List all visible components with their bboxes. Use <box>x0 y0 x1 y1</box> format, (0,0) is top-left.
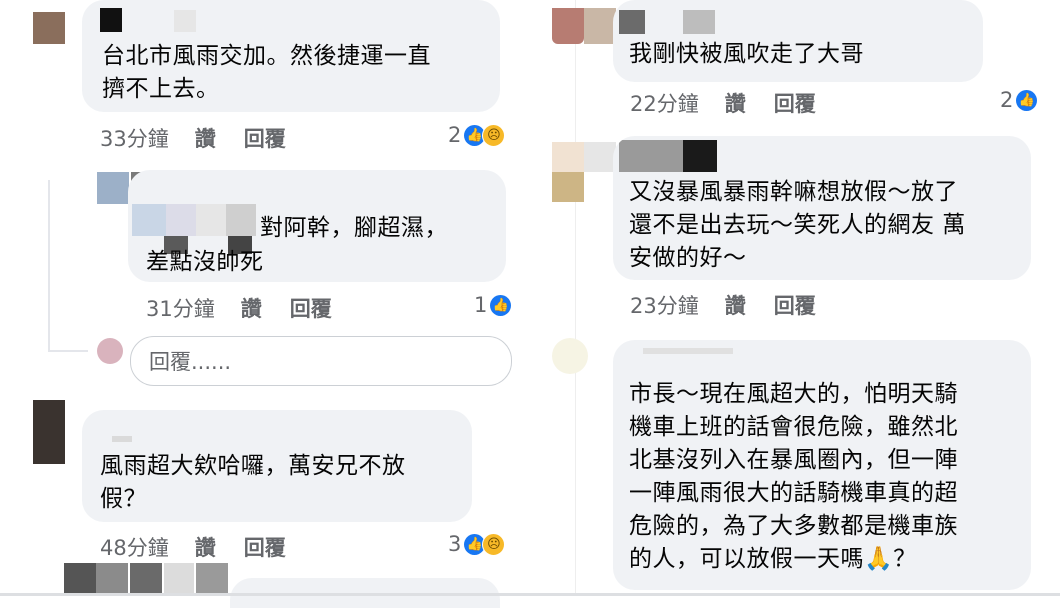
comment-bubble: 我剛快被風吹走了大哥 <box>613 0 983 82</box>
left-comment-column: 台北市風雨交加。然後捷運一直 擠不上去。 33分鐘讚回覆 2 👍 ☹ 對阿幹，腳… <box>0 0 540 608</box>
reaction-count: 2 <box>448 123 462 147</box>
comment-meta: 23分鐘讚回覆 <box>630 290 816 320</box>
blurred-username <box>683 10 715 34</box>
reaction-count: 1 <box>474 293 488 317</box>
blurred-username <box>164 563 194 593</box>
comment-meta: 31分鐘讚回覆 <box>146 293 332 323</box>
reply-button[interactable]: 回覆 <box>244 123 286 153</box>
comment-bubble: 對阿幹，腳超濕， 差點沒帥死 <box>128 170 506 282</box>
thread-line <box>48 350 88 352</box>
blurred-username <box>96 563 128 593</box>
blurred-username <box>64 563 96 593</box>
comment-text: 我剛快被風吹走了大哥 <box>629 41 864 67</box>
comment-bubble: 台北市風雨交加。然後捷運一直 擠不上去。 <box>82 0 500 112</box>
sad-face-icon: ☹ <box>482 123 506 147</box>
reply-button[interactable]: 回覆 <box>244 532 286 562</box>
comment-bubble: 市長～現在風超大的，怕明天騎 機車上班的話會很危險，雖然北 北基沒列入在暴風圈內… <box>613 340 1031 590</box>
reaction-summary[interactable]: 2 👍 ☹ <box>448 123 506 147</box>
blurred-username <box>226 204 256 236</box>
blurred-username <box>619 10 645 34</box>
reply-input-placeholder: 回覆...... <box>149 350 232 374</box>
blurred-image <box>584 142 616 172</box>
blurred-username <box>683 140 717 172</box>
comment-time[interactable]: 22分鐘 <box>630 88 699 118</box>
blurred-username <box>174 10 196 32</box>
blurred-username <box>643 348 733 354</box>
thumbs-up-icon: 👍 <box>1016 89 1038 111</box>
avatar <box>97 338 123 364</box>
blurred-username <box>130 563 162 593</box>
thumbs-up-icon: 👍 <box>490 294 512 316</box>
blurred-username <box>132 204 166 236</box>
blurred-username <box>619 140 683 172</box>
thread-line <box>48 180 50 350</box>
reaction-summary[interactable]: 1 👍 <box>474 293 512 317</box>
comment-text: 風雨超大欸哈囉，萬安兄不放 假？ <box>100 453 406 512</box>
comment-time[interactable]: 48分鐘 <box>100 532 169 562</box>
like-button[interactable]: 讚 <box>725 88 746 118</box>
comment-meta: 33分鐘讚回覆 <box>100 123 286 153</box>
comment-text: 市長～現在風超大的，怕明天騎 機車上班的話會很危險，雖然北 北基沒列入在暴風圈內… <box>629 381 958 572</box>
comment-text: 又沒暴風暴雨幹嘛想放假～放了 還不是出去玩～笑死人的網友 萬 安做的好～ <box>629 179 966 271</box>
blurred-username <box>166 204 196 236</box>
comment-time[interactable]: 31分鐘 <box>146 293 215 323</box>
like-button[interactable]: 讚 <box>195 532 216 562</box>
blurred-username <box>196 563 228 593</box>
comment-time[interactable]: 23分鐘 <box>630 290 699 320</box>
comment-bubble: 風雨超大欸哈囉，萬安兄不放 假？ <box>82 410 472 522</box>
avatar[interactable] <box>33 400 65 464</box>
like-button[interactable]: 讚 <box>725 290 746 320</box>
comment-text: 對阿幹，腳超濕， <box>260 215 448 241</box>
comment-meta: 48分鐘讚回覆 <box>100 532 286 562</box>
sad-face-icon: ☹ <box>482 532 506 556</box>
right-comment-column: 我剛快被風吹走了大哥 22分鐘讚回覆 2 👍 又沒暴風暴雨幹嘛想放假～放了 還不… <box>540 0 1060 596</box>
blurred-image <box>552 172 584 202</box>
comment-text: 台北市風雨交加。然後捷運一直 擠不上去。 <box>102 43 431 102</box>
comment-text: 差點沒帥死 <box>146 249 264 275</box>
reaction-count: 2 <box>1000 88 1014 112</box>
blurred-username <box>196 204 226 236</box>
reply-button[interactable]: 回覆 <box>290 293 332 323</box>
avatar[interactable] <box>552 338 588 374</box>
blurred-username <box>100 8 122 32</box>
avatar[interactable] <box>552 8 584 44</box>
avatar[interactable] <box>552 142 584 172</box>
like-button[interactable]: 讚 <box>195 123 216 153</box>
reply-button[interactable]: 回覆 <box>774 290 816 320</box>
blurred-username <box>112 436 132 442</box>
comment-time[interactable]: 33分鐘 <box>100 123 169 153</box>
reply-button[interactable]: 回覆 <box>774 88 816 118</box>
comment-meta: 22分鐘讚回覆 <box>630 88 816 118</box>
avatar[interactable] <box>33 12 65 44</box>
reaction-summary[interactable]: 3 👍 ☹ <box>448 532 506 556</box>
reply-input[interactable]: 回覆...... <box>130 336 512 386</box>
reaction-count: 3 <box>448 532 462 556</box>
blurred-image <box>584 8 616 44</box>
reaction-summary[interactable]: 2 👍 <box>1000 88 1038 112</box>
like-button[interactable]: 讚 <box>241 293 262 323</box>
avatar[interactable] <box>97 172 129 204</box>
comment-bubble: 又沒暴風暴雨幹嘛想放假～放了 還不是出去玩～笑死人的網友 萬 安做的好～ <box>613 136 1031 280</box>
